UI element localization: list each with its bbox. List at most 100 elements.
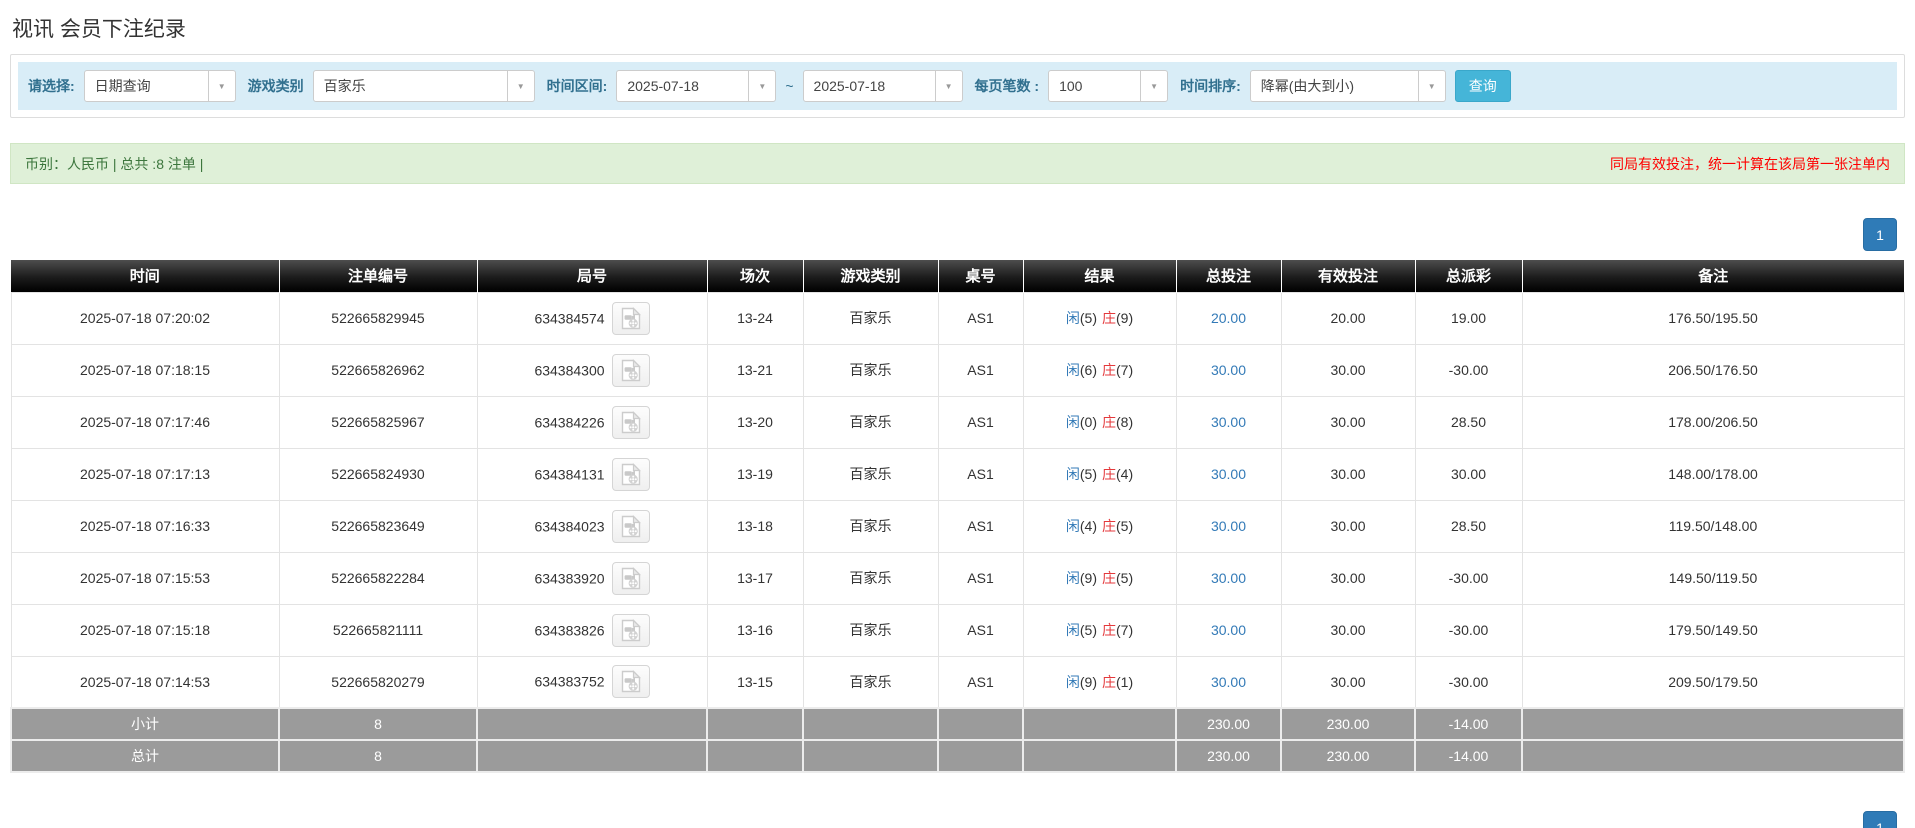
banker-result-label: 庄 bbox=[1102, 466, 1116, 482]
game-category-cell: 百家乐 bbox=[802, 603, 939, 657]
total-bet-link[interactable]: 30.00 bbox=[1211, 518, 1246, 534]
banker-result-score: (7) bbox=[1116, 362, 1134, 378]
page-size-select[interactable]: 100 ▼ bbox=[1048, 70, 1169, 102]
remark-cell: 176.50/195.50 bbox=[1521, 291, 1905, 345]
video-replay-button[interactable] bbox=[611, 353, 650, 387]
video-replay-button[interactable] bbox=[611, 405, 650, 439]
pagination-top: 1 bbox=[10, 218, 1905, 251]
date-to-select[interactable]: 2025-07-18 ▼ bbox=[802, 70, 963, 102]
banker-result-label: 庄 bbox=[1102, 518, 1116, 534]
bet-records-table: 时间 注单编号 局号 场次 游戏类别 桌号 结果 总投注 有效投注 总派彩 备注… bbox=[10, 260, 1905, 773]
grand-total-empty-cell bbox=[937, 739, 1024, 773]
player-result-label: 闲 bbox=[1065, 466, 1080, 482]
date-from-select[interactable]: 2025-07-18 ▼ bbox=[616, 70, 777, 102]
player-result-score: (9) bbox=[1079, 570, 1097, 586]
page-1-button[interactable]: 1 bbox=[1863, 218, 1897, 251]
total-bet-link[interactable]: 30.00 bbox=[1211, 466, 1246, 482]
subtotal-label: 小计 bbox=[10, 707, 280, 741]
table-row: 2025-07-18 07:17:46 522665825967 6343842… bbox=[10, 395, 1905, 449]
valid-bet-cell: 30.00 bbox=[1280, 603, 1416, 657]
query-type-select[interactable]: 日期查询 ▼ bbox=[83, 70, 236, 102]
page-1-button-bottom[interactable]: 1 bbox=[1863, 811, 1897, 828]
grand-total-label: 总计 bbox=[10, 739, 280, 773]
total-bet-link[interactable]: 20.00 bbox=[1211, 310, 1246, 326]
col-header-game-category: 游戏类别 bbox=[803, 260, 939, 292]
round-no-text: 634383826 bbox=[534, 622, 605, 638]
table-row: 2025-07-18 07:16:33 522665823649 6343840… bbox=[10, 499, 1905, 553]
grand-total-empty-cell bbox=[1521, 739, 1905, 773]
video-replay-button[interactable] bbox=[611, 509, 650, 543]
banker-result-score: (5) bbox=[1116, 518, 1134, 534]
col-header-time: 时间 bbox=[11, 260, 280, 292]
search-button[interactable]: 查询 bbox=[1454, 70, 1511, 102]
total-bet-link[interactable]: 30.00 bbox=[1211, 674, 1246, 690]
table-no-cell: AS1 bbox=[937, 499, 1024, 553]
total-bet-link[interactable]: 30.00 bbox=[1211, 622, 1246, 638]
subtotal-empty-cell bbox=[937, 707, 1024, 741]
result-cell: 闲(5) 庄(7) bbox=[1022, 603, 1177, 657]
round-no-text: 634384226 bbox=[534, 414, 605, 430]
banker-result-score: (4) bbox=[1116, 466, 1134, 482]
video-file-icon bbox=[621, 358, 641, 381]
total-bet-link[interactable]: 30.00 bbox=[1211, 362, 1246, 378]
time-cell: 2025-07-18 07:16:33 bbox=[10, 499, 280, 553]
subtotal-empty-cell bbox=[1022, 707, 1177, 741]
valid-bet-cell: 30.00 bbox=[1280, 343, 1416, 397]
player-result-score: (5) bbox=[1079, 622, 1097, 638]
remark-cell: 149.50/119.50 bbox=[1521, 551, 1905, 605]
summary-totals-text: 币别：人民币 | 总共 :8 注单 | bbox=[25, 155, 204, 172]
round-no-text: 634384574 bbox=[534, 310, 605, 326]
total-bet-cell: 30.00 bbox=[1175, 551, 1282, 605]
total-bet-cell: 30.00 bbox=[1175, 655, 1282, 709]
valid-bet-cell: 30.00 bbox=[1280, 447, 1416, 501]
round-no-text: 634383752 bbox=[534, 673, 605, 690]
time-cell: 2025-07-18 07:17:13 bbox=[10, 447, 280, 501]
payout-cell: 30.00 bbox=[1414, 447, 1523, 501]
game-category-select[interactable]: 百家乐 ▼ bbox=[312, 70, 535, 102]
table-no-cell: AS1 bbox=[937, 551, 1024, 605]
subtotal-empty-cell bbox=[1521, 707, 1905, 741]
grand-total-row: 总计 8 230.00 230.00 -14.00 bbox=[10, 739, 1905, 773]
round-no-text: 634384023 bbox=[534, 518, 605, 534]
game-category-cell: 百家乐 bbox=[802, 655, 939, 709]
page-title: 视讯 会员下注纪录 bbox=[12, 18, 186, 41]
video-file-icon bbox=[621, 306, 641, 329]
round-no-cell: 634384300 bbox=[476, 343, 708, 397]
date-range-tilde: ~ bbox=[785, 78, 794, 94]
page-size-value: 100 bbox=[1059, 78, 1083, 94]
banker-result-score: (8) bbox=[1116, 414, 1134, 430]
total-bet-link[interactable]: 30.00 bbox=[1211, 414, 1246, 430]
video-replay-button[interactable] bbox=[611, 457, 650, 491]
round-no-cell: 634384226 bbox=[476, 395, 708, 449]
remark-cell: 206.50/176.50 bbox=[1521, 343, 1905, 397]
chevron-down-icon: ▼ bbox=[1140, 71, 1167, 101]
table-no-cell: AS1 bbox=[937, 343, 1024, 397]
col-header-result: 结果 bbox=[1023, 260, 1177, 292]
video-replay-button[interactable] bbox=[611, 665, 650, 699]
grand-total-empty-cell bbox=[706, 739, 804, 773]
select-type-label: 请选择: bbox=[28, 78, 75, 94]
chevron-down-icon: ▼ bbox=[1417, 71, 1445, 101]
time-sort-select[interactable]: 降幂(由大到小) ▼ bbox=[1249, 70, 1446, 102]
video-replay-button[interactable] bbox=[611, 561, 650, 595]
round-no-text: 634384300 bbox=[534, 362, 605, 378]
table-no-cell: AS1 bbox=[937, 603, 1024, 657]
video-replay-button[interactable] bbox=[611, 613, 650, 647]
session-cell: 13-21 bbox=[706, 343, 804, 397]
payout-cell: 28.50 bbox=[1414, 395, 1523, 449]
video-file-icon bbox=[621, 462, 641, 485]
remark-cell: 179.50/149.50 bbox=[1521, 603, 1905, 657]
total-bet-link[interactable]: 30.00 bbox=[1211, 570, 1246, 586]
col-header-round-no: 局号 bbox=[477, 260, 708, 292]
round-no-cell: 634383752 bbox=[476, 655, 708, 709]
total-bet-cell: 30.00 bbox=[1175, 447, 1282, 501]
round-no-cell: 634384131 bbox=[476, 447, 708, 501]
session-cell: 13-15 bbox=[706, 655, 804, 709]
round-no-cell: 634384574 bbox=[476, 291, 708, 345]
session-cell: 13-18 bbox=[706, 499, 804, 553]
video-replay-button[interactable] bbox=[611, 301, 650, 335]
time-cell: 2025-07-18 07:15:53 bbox=[10, 551, 280, 605]
banker-result-label: 庄 bbox=[1102, 570, 1116, 586]
grand-total-total-bet: 230.00 bbox=[1175, 739, 1282, 773]
table-no-cell: AS1 bbox=[937, 395, 1024, 449]
